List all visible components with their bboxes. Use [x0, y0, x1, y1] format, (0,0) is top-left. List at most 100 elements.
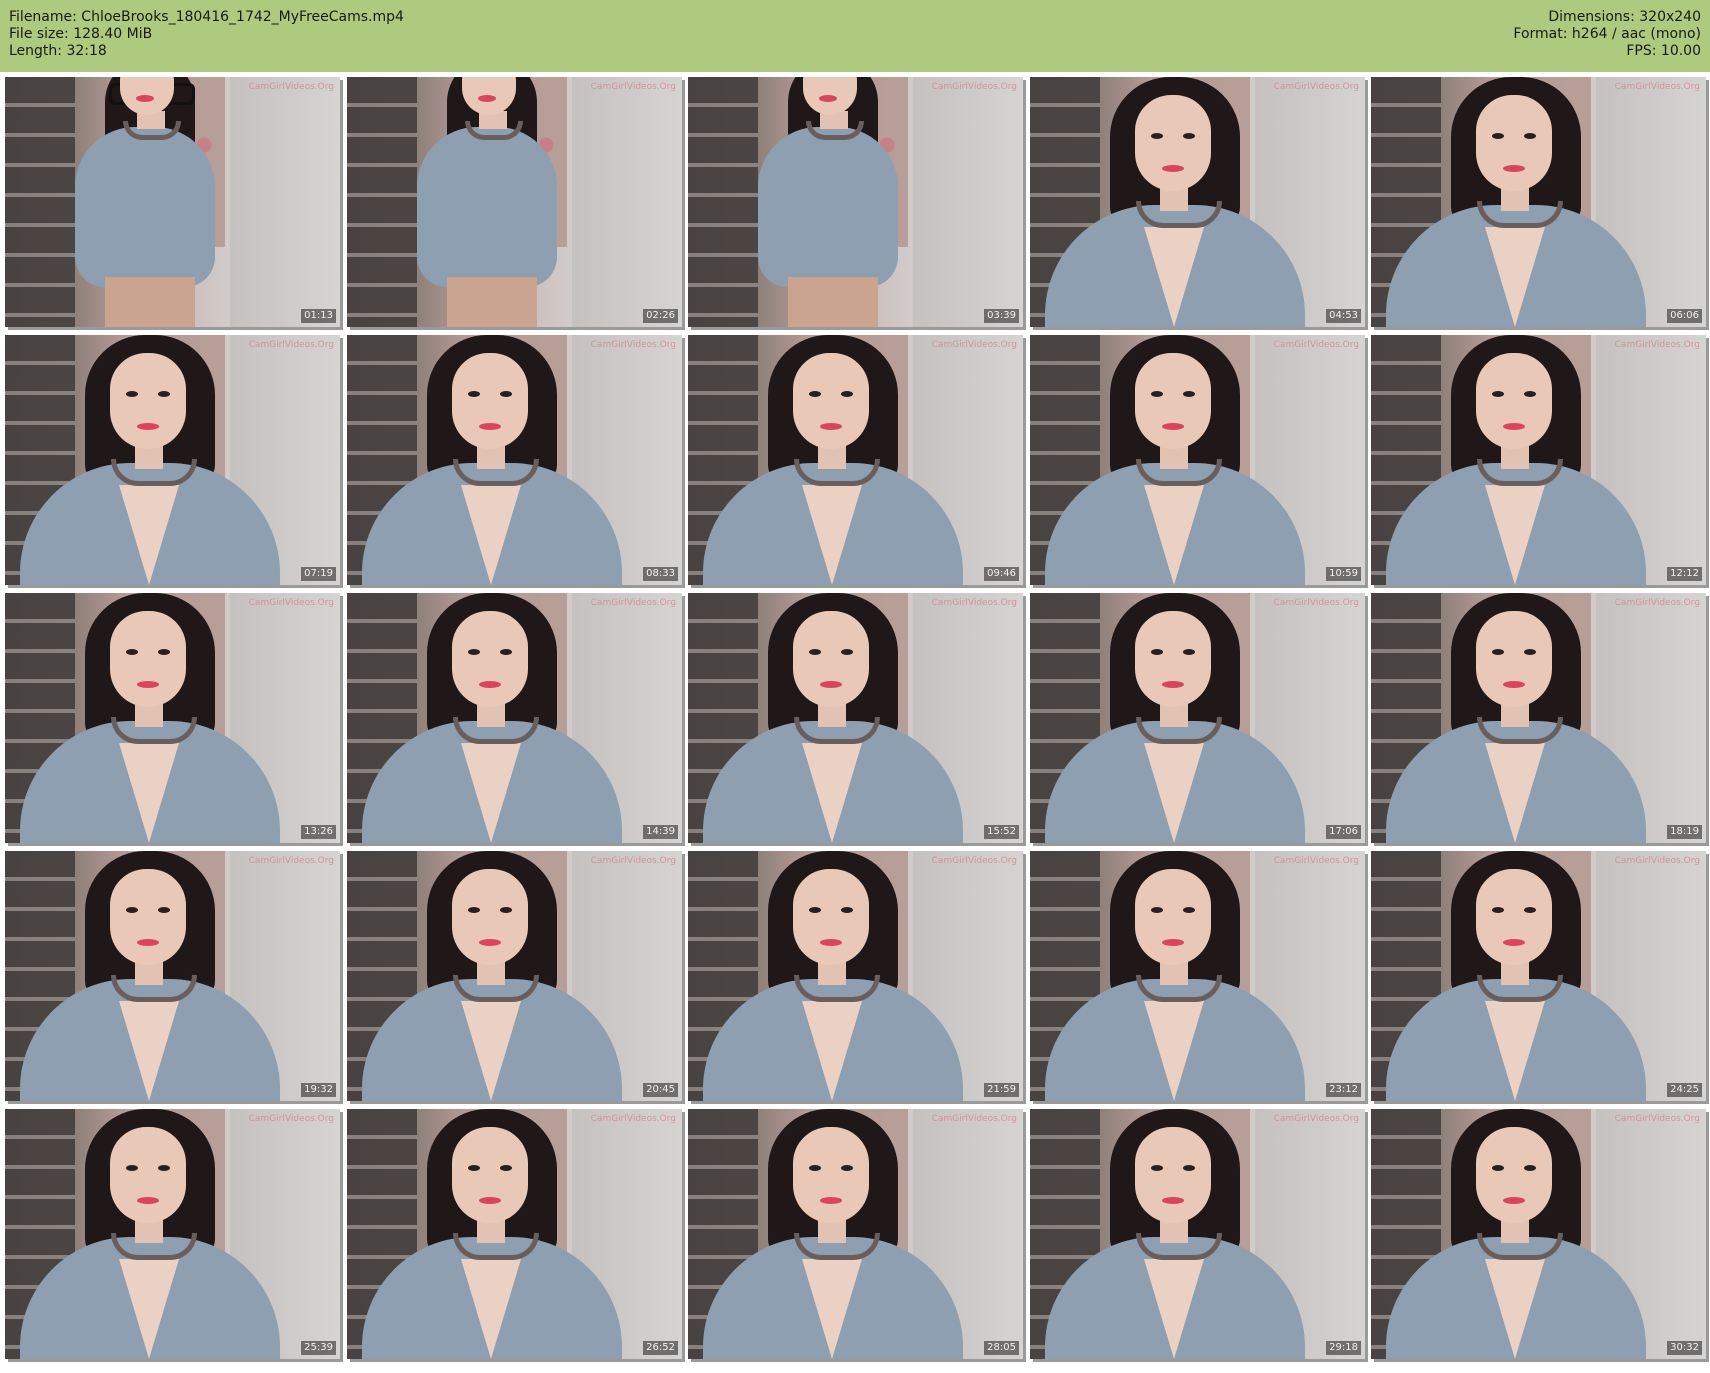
right-eye	[158, 1165, 170, 1171]
frame-choker	[453, 975, 539, 1002]
timestamp-label: 09:46	[984, 567, 1019, 581]
right-eye	[1524, 907, 1536, 913]
lips	[1162, 681, 1184, 688]
watermark-text: CamGirlVideos.Org	[590, 598, 676, 608]
frame-legs	[447, 277, 537, 327]
left-eye	[809, 1165, 821, 1171]
frame-wall-panel	[230, 77, 340, 327]
lips	[820, 1197, 842, 1204]
watermark-text: CamGirlVideos.Org	[1273, 856, 1359, 866]
thumbnail-frame: CamGirlVideos.Org 23:12	[1030, 851, 1365, 1101]
left-eye	[126, 1165, 138, 1171]
frame-choker	[794, 975, 880, 1002]
right-eye	[158, 649, 170, 655]
watermark-text: CamGirlVideos.Org	[1273, 82, 1359, 92]
timestamp-label: 19:32	[301, 1083, 336, 1097]
thumbnail-frame: CamGirlVideos.Org 13:26	[5, 593, 340, 843]
right-eye	[1524, 649, 1536, 655]
watermark-text: CamGirlVideos.Org	[1273, 598, 1359, 608]
timestamp-label: 21:59	[984, 1083, 1019, 1097]
thumbnail-frame: CamGirlVideos.Org 29:18	[1030, 1109, 1365, 1359]
frame-choker	[1477, 201, 1563, 228]
left-eye	[1492, 1165, 1504, 1171]
right-eye	[158, 907, 170, 913]
frame-face	[793, 353, 869, 449]
thumbnail-frame: CamGirlVideos.Org 19:32	[5, 851, 340, 1101]
lips	[1162, 939, 1184, 946]
timestamp-label: 30:32	[1667, 1341, 1702, 1355]
lips	[137, 939, 159, 946]
lips	[137, 423, 159, 430]
thumbnail-frame: CamGirlVideos.Org 01:13	[5, 77, 340, 327]
frame-choker	[794, 1233, 880, 1260]
left-eye	[468, 907, 480, 913]
watermark-text: CamGirlVideos.Org	[1614, 82, 1700, 92]
lips	[1162, 423, 1184, 430]
thumbnail-frame: CamGirlVideos.Org 08:33	[347, 335, 682, 585]
frame-face	[110, 353, 186, 449]
left-eye	[1151, 907, 1163, 913]
thumbnail-frame: CamGirlVideos.Org 21:59	[688, 851, 1023, 1101]
frame-face	[452, 611, 528, 707]
right-eye	[1183, 649, 1195, 655]
frame-choker	[1477, 459, 1563, 486]
frame-face	[1135, 611, 1211, 707]
timestamp-label: 26:52	[643, 1341, 678, 1355]
thumbnail-frame: CamGirlVideos.Org 25:39	[5, 1109, 340, 1359]
watermark-text: CamGirlVideos.Org	[1614, 1114, 1700, 1124]
thumbnail-frame: CamGirlVideos.Org 10:59	[1030, 335, 1365, 585]
lips	[479, 423, 501, 430]
lips	[1503, 939, 1525, 946]
lips	[137, 1197, 159, 1204]
frame-choker	[794, 717, 880, 744]
watermark-text: CamGirlVideos.Org	[590, 82, 676, 92]
frame-face	[110, 611, 186, 707]
frame-choker	[453, 717, 539, 744]
right-eye	[841, 1165, 853, 1171]
frame-face	[1135, 353, 1211, 449]
left-eye	[809, 907, 821, 913]
watermark-text: CamGirlVideos.Org	[931, 82, 1017, 92]
watermark-text: CamGirlVideos.Org	[931, 598, 1017, 608]
watermark-text: CamGirlVideos.Org	[248, 1114, 334, 1124]
right-eye	[841, 391, 853, 397]
format-text: Format: h264 / aac (mono)	[1513, 26, 1701, 42]
frame-face	[452, 353, 528, 449]
watermark-text: CamGirlVideos.Org	[1614, 340, 1700, 350]
frame-face	[793, 869, 869, 965]
lips	[1503, 681, 1525, 688]
watermark-text: CamGirlVideos.Org	[1614, 598, 1700, 608]
frame-choker	[1477, 1233, 1563, 1260]
timestamp-label: 08:33	[643, 567, 678, 581]
frame-dress	[75, 127, 215, 287]
watermark-text: CamGirlVideos.Org	[1273, 340, 1359, 350]
timestamp-label: 13:26	[301, 825, 336, 839]
watermark-text: CamGirlVideos.Org	[248, 598, 334, 608]
frame-choker	[1136, 459, 1222, 486]
filename-text: Filename: ChloeBrooks_180416_1742_MyFree…	[9, 9, 404, 25]
watermark-text: CamGirlVideos.Org	[248, 82, 334, 92]
thumbnail-frame: CamGirlVideos.Org 20:45	[347, 851, 682, 1101]
frame-cabinet	[688, 77, 758, 327]
thumbnail-frame: CamGirlVideos.Org 07:19	[5, 335, 340, 585]
thumbnail-frame: CamGirlVideos.Org 24:25	[1371, 851, 1706, 1101]
right-eye	[500, 391, 512, 397]
frame-face	[110, 1127, 186, 1223]
timestamp-label: 29:18	[1326, 1341, 1361, 1355]
lips	[819, 95, 837, 102]
frame-legs	[105, 277, 195, 327]
thumbnail-frame: CamGirlVideos.Org 04:53	[1030, 77, 1365, 327]
right-eye	[841, 907, 853, 913]
frame-cabinet	[5, 77, 75, 327]
left-eye	[1492, 133, 1504, 139]
left-eye	[468, 391, 480, 397]
right-eye	[1524, 133, 1536, 139]
right-eye	[158, 391, 170, 397]
frame-wall-panel	[572, 77, 682, 327]
watermark-text: CamGirlVideos.Org	[931, 340, 1017, 350]
left-eye	[126, 391, 138, 397]
left-eye	[1151, 1165, 1163, 1171]
frame-choker	[453, 1233, 539, 1260]
left-eye	[1151, 649, 1163, 655]
frame-face	[1135, 95, 1211, 191]
